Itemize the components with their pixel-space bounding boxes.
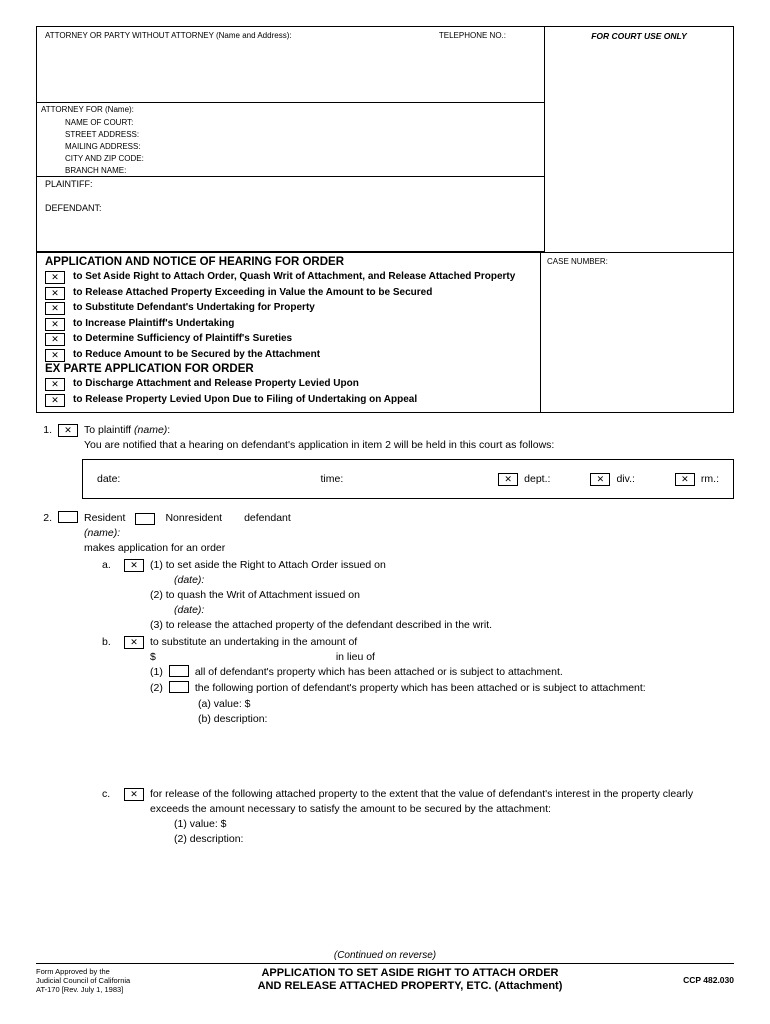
div-label: div.: — [616, 472, 634, 487]
c-value: (1) value: $ — [174, 817, 734, 832]
defendant-label: DEFENDANT: — [45, 203, 536, 213]
time-label: time: — [321, 472, 459, 487]
makes-application: makes application for an order — [84, 541, 734, 556]
hearing-notice: You are notified that a hearing on defen… — [84, 438, 734, 453]
opt-increase: to Increase Plaintiff's Undertaking — [73, 317, 234, 330]
c-desc: (2) description: — [174, 832, 734, 847]
checkbox-div[interactable]: ✕ — [590, 473, 610, 486]
plaintiff-label: PLAINTIFF: — [45, 179, 536, 189]
name-italic: (name): — [84, 526, 734, 541]
checkbox-reduce[interactable]: ✕ — [45, 349, 65, 362]
checkbox-discharge[interactable]: ✕ — [45, 378, 65, 391]
sub-b: b. — [102, 635, 118, 727]
form-rev: AT-170 [Rev. July 1, 1983] — [36, 985, 166, 994]
sub-c: c. — [102, 787, 118, 847]
sub-a: a. — [102, 558, 118, 633]
checkbox-set-aside[interactable]: ✕ — [45, 271, 65, 284]
to-plaintiff-label: To plaintiff (name): — [84, 423, 734, 438]
item-2-number: 2. — [36, 511, 52, 847]
mailing-address-label: MAILING ADDRESS: — [37, 140, 544, 152]
checkbox-release-exceed[interactable]: ✕ — [45, 287, 65, 300]
checkbox-2b[interactable]: ✕ — [124, 636, 144, 649]
checkbox-to-plaintiff[interactable]: ✕ — [58, 424, 78, 437]
a-line2: (2) to quash the Writ of Attachment issu… — [150, 588, 734, 603]
b-opt1: all of defendant's property which has be… — [195, 665, 563, 680]
checkbox-b1[interactable] — [169, 665, 189, 677]
a-date1: (date): — [174, 573, 734, 588]
b-opt2: the following portion of defendant's pro… — [195, 681, 646, 696]
resident-label: Resident — [84, 511, 125, 526]
attorney-label: ATTORNEY OR PARTY WITHOUT ATTORNEY (Name… — [45, 31, 439, 40]
nonresident-label: Nonresident — [165, 511, 222, 526]
opt-release-appeal: to Release Property Levied Upon Due to F… — [73, 393, 417, 406]
item-1-number: 1. — [36, 423, 52, 453]
checkbox-2a[interactable]: ✕ — [124, 559, 144, 572]
a-line1: (1) to set aside the Right to Attach Ord… — [150, 558, 734, 573]
opt-substitute: to Substitute Defendant's Undertaking fo… — [73, 301, 315, 314]
checkbox-release-appeal[interactable]: ✕ — [45, 394, 65, 407]
a-line3: (3) to release the attached property of … — [150, 618, 734, 633]
b-desc-b: (b) description: — [198, 712, 734, 727]
checkbox-nonresident[interactable] — [135, 513, 155, 525]
checkbox-sufficiency[interactable]: ✕ — [45, 333, 65, 346]
checkbox-increase[interactable]: ✕ — [45, 318, 65, 331]
opt-discharge: to Discharge Attachment and Release Prop… — [73, 377, 359, 390]
checkbox-2c[interactable]: ✕ — [124, 788, 144, 801]
b-head: to substitute an undertaking in the amou… — [150, 635, 734, 650]
attorney-for-label: ATTORNEY FOR (Name): — [37, 102, 544, 116]
checkbox-resident[interactable] — [58, 511, 78, 523]
a-date2: (date): — [174, 603, 734, 618]
city-zip-label: CITY AND ZIP CODE: — [37, 152, 544, 164]
judicial-council: Judicial Council of California — [36, 976, 166, 985]
opt-set-aside: to Set Aside Right to Attach Order, Quas… — [73, 270, 515, 283]
continued-label: (Continued on reverse) — [36, 950, 734, 964]
b-dollar: $ — [150, 650, 156, 665]
opt-reduce: to Reduce Amount to be Secured by the At… — [73, 348, 320, 361]
branch-name-label: BRANCH NAME: — [37, 164, 544, 176]
application-title: APPLICATION AND NOTICE OF HEARING FOR OR… — [45, 256, 532, 268]
street-address-label: STREET ADDRESS: — [37, 128, 544, 140]
rm-label: rm.: — [701, 472, 719, 487]
court-name-label: NAME OF COURT: — [37, 116, 544, 128]
checkbox-rm[interactable]: ✕ — [675, 473, 695, 486]
telephone-label: TELEPHONE NO.: — [439, 31, 536, 40]
form-approved: Form Approved by the — [36, 967, 166, 976]
checkbox-substitute[interactable]: ✕ — [45, 302, 65, 315]
ccp-code: CCP 482.030 — [654, 967, 734, 985]
c-head: for release of the following attached pr… — [150, 787, 734, 817]
footer-title-1: APPLICATION TO SET ASIDE RIGHT TO ATTACH… — [166, 967, 654, 980]
attorney-input-area[interactable] — [37, 44, 544, 102]
checkbox-dept[interactable]: ✕ — [498, 473, 518, 486]
opt-release-exceed: to Release Attached Property Exceeding i… — [73, 286, 432, 299]
dept-label: dept.: — [524, 472, 550, 487]
opt-sufficiency: to Determine Sufficiency of Plaintiff's … — [73, 332, 292, 345]
case-number-label: CASE NUMBER: — [541, 253, 733, 412]
exparte-title: EX PARTE APPLICATION FOR ORDER — [45, 363, 532, 375]
footer-title-2: AND RELEASE ATTACHED PROPERTY, ETC. (Att… — [166, 980, 654, 993]
b-value-a: (a) value: $ — [198, 697, 734, 712]
date-label: date: — [97, 472, 281, 487]
defendant-word: defendant — [244, 511, 291, 526]
checkbox-b2[interactable] — [169, 681, 189, 693]
court-use-only: FOR COURT USE ONLY — [545, 27, 733, 252]
b-lieu: in lieu of — [336, 650, 375, 665]
